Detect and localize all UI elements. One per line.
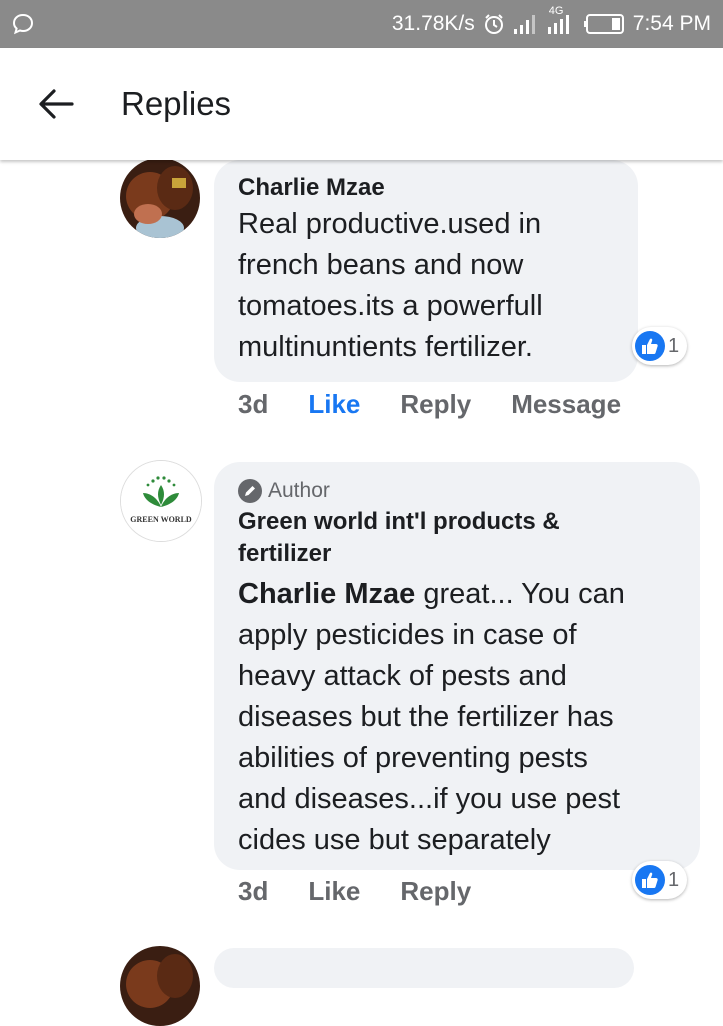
comment-author[interactable]: Charlie Mzae [238, 172, 616, 204]
like-button[interactable]: Like [308, 876, 360, 907]
comment-line: heavy attack of pests and [238, 660, 567, 692]
author-name-line: Green world int'l products & [238, 508, 560, 535]
comment-line: tomatoes.its a powerfull [238, 290, 543, 322]
comment-line: french beans and now [238, 249, 524, 281]
author-name-line: fertilizer [238, 540, 332, 567]
page-title: Replies [121, 85, 232, 122]
comment-timestamp: 3d [238, 389, 269, 419]
comment-line: cides use but separately [238, 824, 551, 856]
status-bar: 31.78K/s 4G 7:54 PM [0, 0, 723, 48]
network-type: 4G [548, 5, 564, 17]
comment-actions: 3d Like Reply [238, 876, 471, 907]
pencil-icon [238, 479, 262, 503]
network-4g-icon: 4G [547, 5, 573, 35]
comment-author[interactable]: Green world int'l products & fertilizer [238, 506, 678, 570]
mention-link[interactable]: Charlie Mzae [238, 578, 415, 610]
comment-line: Real productive.used in [238, 208, 542, 240]
comment-text: Charlie Mzae great... You can apply pest… [238, 574, 678, 861]
like-button[interactable]: Like [308, 389, 360, 420]
status-bar-right: 31.78K/s 4G 7:54 PM [391, 5, 711, 38]
back-arrow-icon[interactable] [38, 88, 74, 120]
battery-icon [581, 13, 625, 35]
avatar-logo-text: GREEN WORLD [130, 515, 192, 524]
reaction-count-badge[interactable]: 1 [632, 861, 688, 899]
like-reaction-icon [635, 865, 665, 895]
like-reaction-icon [635, 331, 665, 361]
reply-button[interactable]: Reply [400, 389, 471, 420]
page-avatar[interactable]: GREEN WORLD [120, 460, 202, 542]
comment-bubble[interactable] [214, 948, 634, 988]
message-notification-icon [12, 13, 34, 35]
comment-line: multinuntients fertilizer. [238, 331, 533, 363]
comment-line: Charlie Mzae great... You can [238, 574, 678, 615]
network-speed: 31.78K/s [391, 12, 475, 35]
comment-line-rest: great... You can [415, 578, 625, 610]
comment-line: abilities of preventing pests [238, 742, 588, 774]
comment-text: Real productive.used in french beans and… [238, 204, 616, 368]
header: Replies [0, 48, 723, 160]
message-button[interactable]: Message [511, 389, 621, 420]
alarm-icon [483, 13, 505, 35]
comment-timestamp: 3d [238, 876, 269, 906]
comment-line: and diseases...if you use pest [238, 783, 621, 815]
reaction-count: 1 [668, 868, 680, 891]
reply-button[interactable]: Reply [400, 876, 471, 907]
comment-actions: 3d Like Reply Message [238, 389, 621, 420]
clock: 7:54 PM [632, 12, 711, 35]
comment-bubble[interactable]: Author Green world int'l products & fert… [214, 462, 700, 870]
signal-icon [513, 13, 539, 35]
comment-line: diseases but the fertilizer has [238, 701, 614, 733]
reaction-count-badge[interactable]: 1 [632, 327, 688, 365]
reaction-count: 1 [668, 334, 680, 357]
comment-line: apply pesticides in case of [238, 619, 577, 651]
author-badge: Author [238, 476, 678, 506]
avatar[interactable] [120, 158, 200, 238]
author-badge-label: Author [268, 479, 330, 502]
avatar[interactable] [120, 946, 200, 1026]
comment-bubble[interactable]: Charlie Mzae Real productive.used in fre… [214, 160, 638, 382]
